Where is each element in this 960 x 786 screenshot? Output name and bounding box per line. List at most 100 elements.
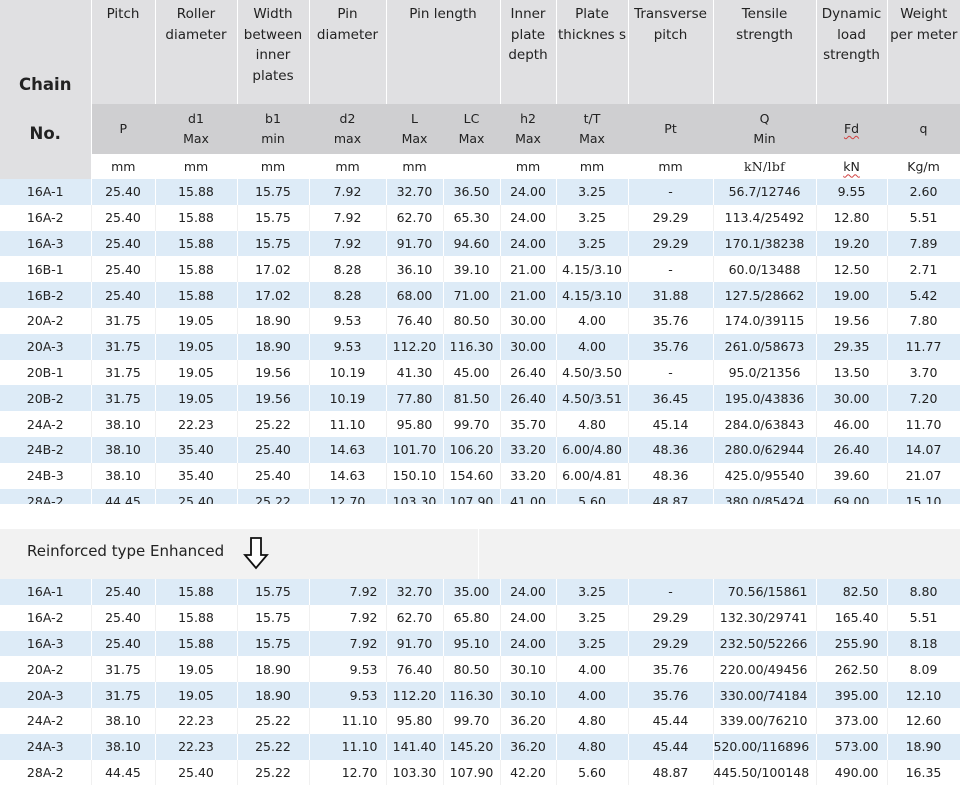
spec-sheet: Chain No. Pitch Roller diameter Width be… [0, 0, 960, 786]
table-cell: 425.0/95540 [713, 462, 817, 489]
col-pin-length-header: Pin length [386, 0, 501, 104]
table-cell: 19.56 [816, 307, 888, 334]
table-cell: 30.10 [500, 656, 557, 683]
table-cell: 280.0/62944 [713, 436, 817, 463]
table-cell: 107.90 [443, 759, 501, 786]
table-cell: 3.25 [556, 179, 629, 205]
table-cell: 25.22 [237, 707, 310, 734]
table-cell: - [628, 179, 714, 205]
table-cell: 25.40 [91, 256, 156, 283]
table-cell: 7.92 [309, 204, 387, 231]
table-cell: 330.00/74184 [713, 682, 817, 708]
table-cell: 99.70 [443, 707, 501, 734]
table-cell: 170.1/38238 [713, 230, 817, 257]
table-cell: 7.20 [887, 385, 960, 412]
table-cell: 44.45 [91, 759, 156, 786]
table-cell: 4.50/3.51 [556, 385, 629, 412]
chain-no-cell: 16A-3 [0, 630, 92, 657]
table-cell: 10.19 [309, 385, 387, 412]
table-cell: 39.10 [443, 256, 501, 283]
table-cell: 62.70 [386, 204, 444, 231]
table-cell: 11.10 [309, 733, 387, 760]
table-cell: 11.77 [887, 333, 960, 360]
table-cell: 82.50 [816, 579, 888, 605]
table-cell: 29.29 [628, 204, 714, 231]
table-cell: 19.20 [816, 230, 888, 257]
table-cell: 65.30 [443, 204, 501, 231]
table-cell: 15.88 [155, 604, 238, 631]
table-cell: 14.63 [309, 462, 387, 489]
table-cell: 8.18 [887, 630, 960, 657]
table-cell: 11.10 [309, 707, 387, 734]
sym-width: b1 min [237, 104, 309, 154]
table-cell: 9.53 [309, 307, 387, 334]
table-cell: 62.70 [386, 604, 444, 631]
chain-header: Chain [19, 74, 72, 94]
unit-plate-depth: mm [500, 153, 557, 179]
table-cell: 45.44 [628, 707, 714, 734]
unit-transverse: mm [628, 153, 714, 179]
sym-roller: d1 Max [155, 104, 237, 154]
table-cell: 29.29 [628, 630, 714, 657]
table-cell: 29.29 [628, 230, 714, 257]
chain-no-cell: 16A-3 [0, 230, 92, 257]
table-cell: 31.88 [628, 282, 714, 308]
reinforced-section-header: Reinforced type Enhanced [0, 529, 960, 579]
table-cell: 45.44 [628, 733, 714, 760]
table-cell: 25.40 [237, 462, 310, 489]
table-cell: 25.40 [155, 759, 238, 786]
table-cell: 5.51 [887, 604, 960, 631]
table-cell: 2.60 [887, 179, 960, 205]
table-cell: 132.30/29741 [713, 604, 817, 631]
unit-plate-thickness: mm [556, 153, 629, 179]
table-cell: 15.75 [237, 179, 310, 205]
table-cell: 11.70 [887, 411, 960, 437]
table-cell: 95.80 [386, 411, 444, 437]
table-cell: 80.50 [443, 656, 501, 683]
table-cell: 71.00 [443, 282, 501, 308]
table-cell: 17.02 [237, 282, 310, 308]
table-cell: 15.75 [237, 204, 310, 231]
sym-pin-length-lc: LC Max [443, 104, 501, 154]
chain-no-cell: 16A-1 [0, 579, 92, 605]
chain-no-cell: 16A-1 [0, 179, 92, 205]
table-cell: 81.50 [443, 385, 501, 412]
table-cell: 24.00 [500, 179, 557, 205]
table-cell: 19.05 [155, 656, 238, 683]
table-cell: 45.14 [628, 411, 714, 437]
table-cell: 12.10 [887, 682, 960, 708]
table-cell: 14.07 [887, 436, 960, 463]
unit-roller: mm [155, 153, 237, 179]
unit-width: mm [237, 153, 309, 179]
table-cell: 21.07 [887, 462, 960, 489]
reinforced-section-title: Reinforced type Enhanced [27, 542, 225, 560]
col-inner-plate-depth-header: Inner plate depth [500, 0, 557, 104]
chain-no-cell: 24A-2 [0, 707, 92, 734]
table-cell: 112.20 [386, 333, 444, 360]
table-cell: 15.75 [237, 230, 310, 257]
table-cell: 25.40 [91, 204, 156, 231]
table-cell: 3.25 [556, 579, 629, 605]
table-cell: 4.15/3.10 [556, 256, 629, 283]
table-cell: 39.60 [816, 462, 888, 489]
table-cell: 36.20 [500, 707, 557, 734]
table-cell: 103.30 [386, 759, 444, 786]
table-cell: 12.50 [816, 256, 888, 283]
chain-no-cell: 24A-2 [0, 411, 92, 437]
table-cell: 95.80 [386, 707, 444, 734]
table-cell: 255.90 [816, 630, 888, 657]
table-cell: 19.05 [155, 307, 238, 334]
table-cell: 520.00/116896 [713, 733, 817, 760]
table-cell: 24.00 [500, 604, 557, 631]
chain-no-cell: 24B-2 [0, 436, 92, 463]
table-cell: 15.75 [237, 604, 310, 631]
table-row: 20A-2 31.75 19.05 18.90 9.53 76.40 80.50 30.00 4… [0, 307, 960, 334]
table-cell: 150.10 [386, 462, 444, 489]
section-gap [0, 504, 960, 529]
table-cell: 18.90 [237, 656, 310, 683]
table-cell: 339.00/76210 [713, 707, 817, 734]
table-cell: 11.10 [309, 411, 387, 437]
table-cell: 60.0/13488 [713, 256, 817, 283]
table-cell: - [628, 579, 714, 605]
table-cell: 15.88 [155, 230, 238, 257]
